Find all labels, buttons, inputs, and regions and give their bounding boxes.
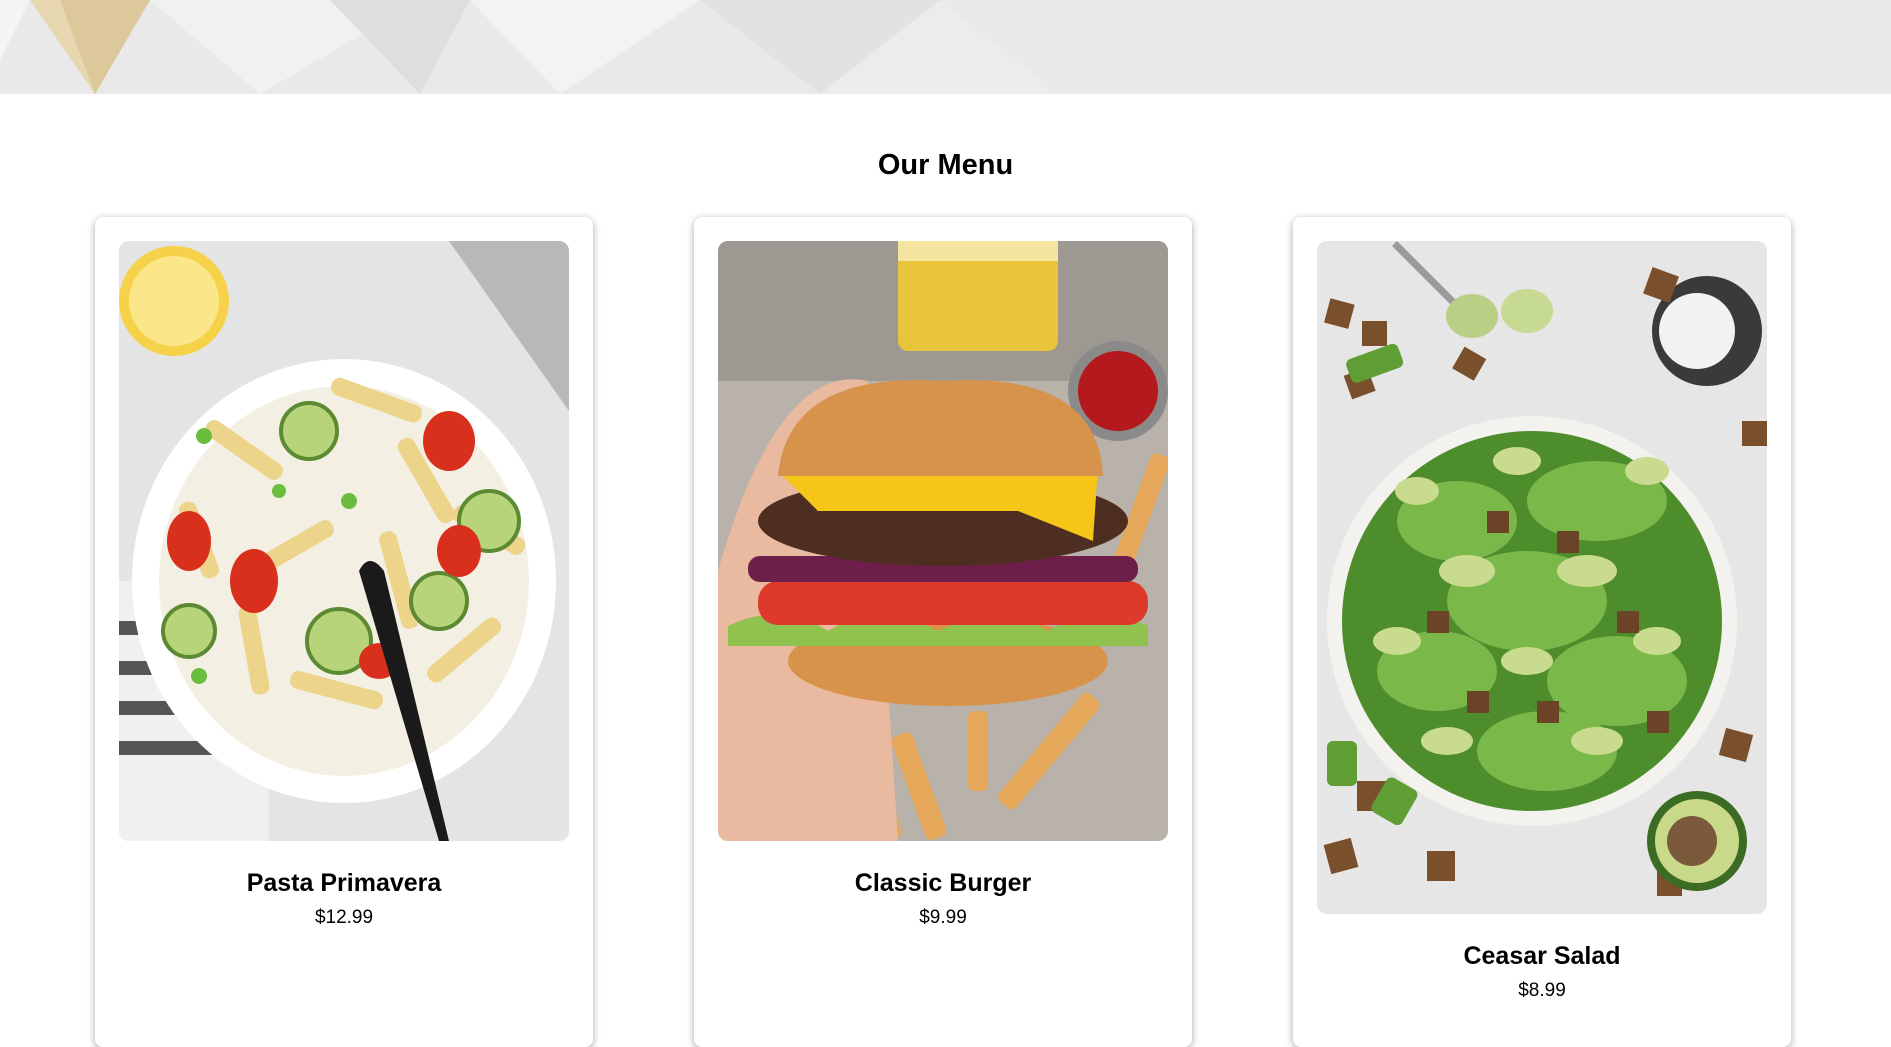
menu-item-name: Ceasar Salad	[1463, 942, 1621, 970]
menu-item-name: Pasta Primavera	[246, 869, 442, 897]
menu-item-price: $12.99	[314, 907, 374, 928]
menu-title: Our Menu	[877, 149, 1014, 181]
menu-item-price: $9.99	[919, 907, 967, 928]
hero-banner	[0, 0, 1891, 94]
menu-item-price: $8.99	[1518, 980, 1566, 1001]
menu-card-pasta-primavera[interactable]: Pasta Primavera $12.99	[95, 217, 593, 1047]
menu-card-classic-burger[interactable]: Classic Burger $9.99	[694, 217, 1192, 1047]
pasta-primavera-image	[119, 241, 569, 841]
menu-item-name: Classic Burger	[854, 869, 1032, 897]
classic-burger-image	[718, 241, 1168, 841]
menu-card-ceasar-salad[interactable]: Ceasar Salad $8.99	[1293, 217, 1791, 1047]
caesar-salad-image	[1317, 241, 1767, 914]
menu-section: Our Menu Pasta Primavera $12.99 Classic …	[0, 94, 1891, 1047]
hero-pattern-image	[0, 0, 1891, 94]
